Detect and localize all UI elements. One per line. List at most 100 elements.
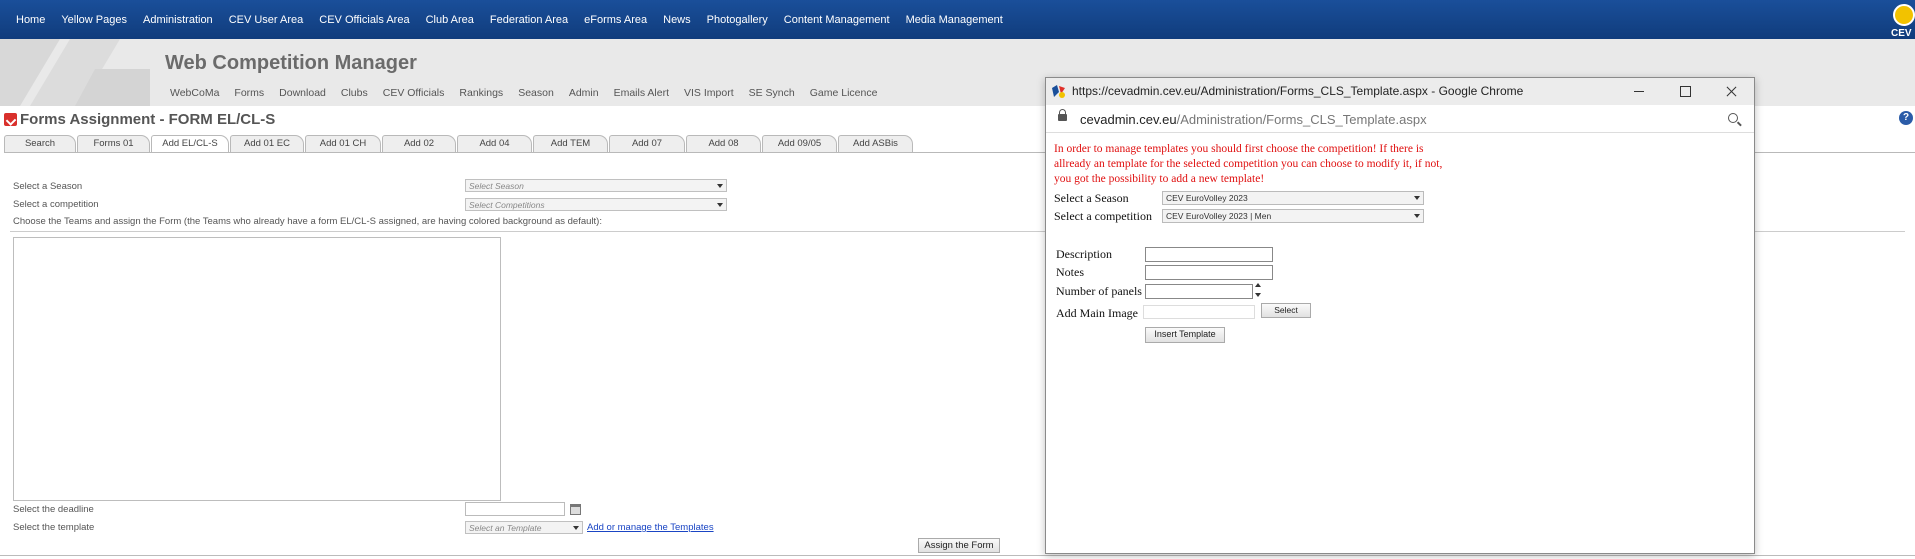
address-url: cevadmin.cev.eu/Administration/Forms_CLS…	[1080, 112, 1427, 127]
nav-cev-user-area[interactable]: CEV User Area	[229, 14, 304, 26]
subnav-forms[interactable]: Forms	[234, 87, 264, 99]
address-path: /Administration/Forms_CLS_Template.aspx	[1176, 112, 1427, 127]
nav-yellow-pages[interactable]: Yellow Pages	[61, 14, 127, 26]
nav-home[interactable]: Home	[16, 14, 45, 26]
deadline-label: Select the deadline	[13, 504, 94, 515]
deadline-input[interactable]	[465, 502, 565, 516]
tab-add-01-ch[interactable]: Add 01 CH	[305, 135, 381, 152]
popup-instruction-message: In order to manage templates you should …	[1054, 143, 1443, 185]
subnav-webcoma[interactable]: WebCoMa	[170, 87, 219, 99]
season-label: Select a Season	[13, 181, 83, 192]
season-select[interactable]: Select Season	[465, 179, 727, 192]
popup-season-value: CEV EuroVolley 2023	[1166, 193, 1248, 203]
address-domain: cevadmin.cev.eu	[1080, 112, 1177, 127]
competition-label: Select a competition	[13, 199, 99, 210]
popup-season-label: Select a Season	[1054, 191, 1129, 205]
page-bottom-border	[0, 555, 1915, 556]
close-icon[interactable]	[1708, 78, 1754, 105]
help-icon[interactable]: ?	[1899, 111, 1913, 125]
stepper-down-icon[interactable]	[1255, 293, 1261, 297]
select-image-button[interactable]: Select	[1261, 303, 1311, 318]
popup-season-select[interactable]: CEV EuroVolley 2023	[1162, 191, 1424, 205]
nav-media-management[interactable]: Media Management	[906, 14, 1003, 26]
form-tabs: Search Forms 01 Add EL/CL-S Add 01 EC Ad…	[4, 135, 914, 153]
stepper-up-icon[interactable]	[1255, 283, 1261, 287]
chevron-down-icon	[1414, 214, 1420, 218]
main-image-label: Add Main Image	[1056, 306, 1138, 320]
season-select-value: Select Season	[469, 181, 524, 191]
tab-add-02[interactable]: Add 02	[382, 135, 456, 152]
tab-add-08[interactable]: Add 08	[686, 135, 761, 152]
tab-add-04[interactable]: Add 04	[457, 135, 532, 152]
nav-content-management[interactable]: Content Management	[784, 14, 890, 26]
notes-input[interactable]	[1145, 265, 1273, 280]
zoom-icon[interactable]	[1728, 113, 1738, 123]
tab-forms-01[interactable]: Forms 01	[77, 135, 150, 152]
subnav-vis-import[interactable]: VIS Import	[684, 87, 734, 99]
subnav-cev-officials[interactable]: CEV Officials	[383, 87, 445, 99]
description-label: Description	[1056, 247, 1112, 261]
subnav-se-synch[interactable]: SE Synch	[749, 87, 795, 99]
nav-news[interactable]: News	[663, 14, 691, 26]
nav-federation-area[interactable]: Federation Area	[490, 14, 568, 26]
form-icon	[4, 112, 17, 126]
assign-form-button[interactable]: Assign the Form	[918, 538, 1000, 553]
popup-competition-select[interactable]: CEV EuroVolley 2023 | Men	[1162, 209, 1424, 223]
lock-icon[interactable]	[1058, 109, 1067, 121]
page-title: Forms Assignment - FORM EL/CL-S	[20, 110, 276, 128]
competition-select[interactable]: Select Competitions	[465, 198, 727, 211]
subnav-admin[interactable]: Admin	[569, 87, 599, 99]
cev-logo-ball-icon	[1893, 4, 1915, 26]
app-title: Web Competition Manager	[165, 52, 417, 74]
minimize-icon[interactable]	[1616, 78, 1662, 105]
template-label: Select the template	[13, 522, 95, 533]
template-select[interactable]: Select an Template	[465, 521, 583, 534]
nav-club-area[interactable]: Club Area	[426, 14, 474, 26]
maximize-icon[interactable]	[1662, 78, 1708, 105]
tab-add-el-cl-s[interactable]: Add EL/CL-S	[151, 135, 229, 153]
tab-add-07[interactable]: Add 07	[609, 135, 685, 152]
header-logo-graphic	[0, 39, 150, 106]
template-popup-window: https://cevadmin.cev.eu/Administration/F…	[1045, 77, 1755, 554]
cev-favicon-icon	[1052, 85, 1065, 98]
popup-titlebar[interactable]: https://cevadmin.cev.eu/Administration/F…	[1046, 78, 1754, 105]
popup-competition-label: Select a competition	[1054, 209, 1152, 223]
cev-logo[interactable]: CEV	[1887, 2, 1915, 39]
nav-administration[interactable]: Administration	[143, 14, 213, 26]
top-nav-bar: Home Yellow Pages Administration CEV Use…	[0, 0, 1915, 39]
calendar-icon[interactable]	[570, 504, 581, 515]
nav-photogallery[interactable]: Photogallery	[707, 14, 768, 26]
teams-list[interactable]	[13, 237, 501, 501]
popup-address-bar[interactable]: cevadmin.cev.eu/Administration/Forms_CLS…	[1046, 105, 1754, 133]
panels-input[interactable]	[1145, 284, 1253, 299]
subnav-season[interactable]: Season	[518, 87, 554, 99]
tab-add-tem[interactable]: Add TEM	[533, 135, 608, 152]
subnav-game-licence[interactable]: Game Licence	[810, 87, 878, 99]
tab-add-09-05[interactable]: Add 09/05	[762, 135, 837, 152]
main-image-file-field[interactable]	[1143, 305, 1255, 319]
page-root: Home Yellow Pages Administration CEV Use…	[0, 0, 1915, 559]
tab-add-asbis[interactable]: Add ASBis	[838, 135, 913, 152]
subnav-emails-alert[interactable]: Emails Alert	[614, 87, 669, 99]
popup-competition-value: CEV EuroVolley 2023 | Men	[1166, 211, 1272, 221]
competition-select-value: Select Competitions	[469, 200, 545, 210]
popup-window-title: https://cevadmin.cev.eu/Administration/F…	[1072, 84, 1524, 98]
description-input[interactable]	[1145, 247, 1273, 262]
cev-logo-text: CEV	[1891, 28, 1912, 39]
manage-templates-link[interactable]: Add or manage the Templates	[587, 522, 714, 533]
tab-search[interactable]: Search	[4, 135, 76, 152]
chevron-down-icon	[717, 203, 723, 207]
teams-instruction: Choose the Teams and assign the Form (th…	[13, 216, 602, 227]
subnav-clubs[interactable]: Clubs	[341, 87, 368, 99]
nav-eforms-area[interactable]: eForms Area	[584, 14, 647, 26]
insert-template-button[interactable]: Insert Template	[1145, 327, 1225, 343]
subnav-download[interactable]: Download	[279, 87, 326, 99]
template-select-value: Select an Template	[469, 523, 542, 533]
chevron-down-icon	[717, 184, 723, 188]
subnav-rankings[interactable]: Rankings	[459, 87, 503, 99]
page-title-row: Forms Assignment - FORM EL/CL-S	[4, 110, 275, 128]
chevron-down-icon	[573, 526, 579, 530]
tab-add-01-ec[interactable]: Add 01 EC	[230, 135, 304, 152]
panels-stepper[interactable]	[1254, 282, 1262, 299]
nav-cev-officials-area[interactable]: CEV Officials Area	[319, 14, 409, 26]
